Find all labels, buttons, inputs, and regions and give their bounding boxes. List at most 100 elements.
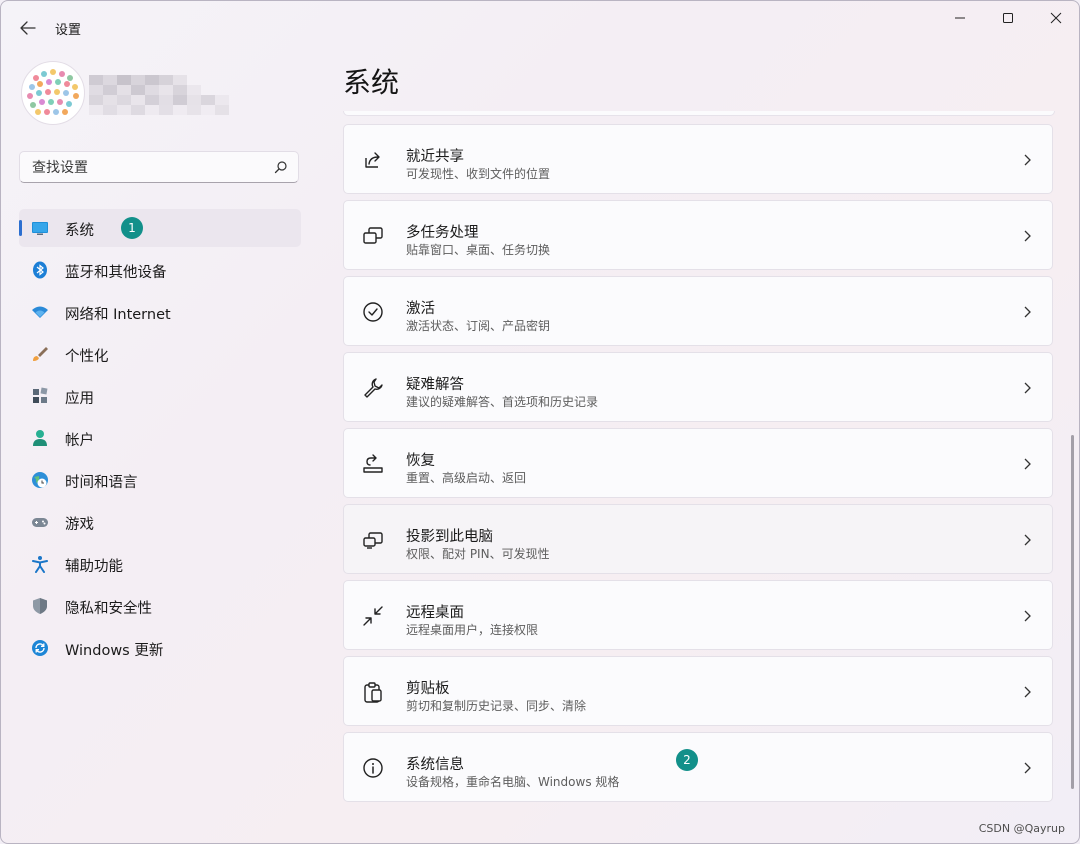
chevron-right-icon xyxy=(1024,534,1031,546)
card-title: 多任务处理 xyxy=(406,225,479,241)
chevron-right-icon xyxy=(1024,306,1031,318)
search-icon[interactable] xyxy=(274,160,288,174)
redacted-account-name xyxy=(89,75,229,115)
apps-icon xyxy=(33,387,48,403)
sidebar-item-label: 时间和语言 xyxy=(65,475,138,491)
wifi-icon xyxy=(32,306,48,318)
close-button[interactable] xyxy=(1033,1,1079,35)
card-subtitle: 设备规格，重命名电脑、Windows 规格 xyxy=(406,775,620,789)
card-nearby-sharing[interactable]: 就近共享 可发现性、收到文件的位置 xyxy=(343,124,1053,194)
back-button[interactable] xyxy=(15,15,41,41)
sidebar-item-gaming[interactable]: 游戏 xyxy=(19,503,301,541)
accessibility-icon xyxy=(32,556,48,573)
shield-icon xyxy=(33,598,47,614)
sidebar-item-label: 个性化 xyxy=(65,349,109,365)
search-input[interactable] xyxy=(30,157,274,179)
chevron-right-icon xyxy=(1024,686,1031,698)
sidebar-item-windows-update[interactable]: Windows 更新 xyxy=(19,629,301,667)
minimize-button[interactable] xyxy=(937,1,983,35)
sidebar-item-label: Windows 更新 xyxy=(65,643,164,659)
chevron-right-icon xyxy=(1024,610,1031,622)
close-icon xyxy=(1050,12,1062,24)
card-subtitle: 激活状态、订阅、产品密钥 xyxy=(406,319,551,333)
update-icon xyxy=(32,640,48,656)
step-badge-2: 2 xyxy=(676,749,698,771)
settings-window: 设置 查找设置 系统 1 蓝牙和其他设备 网络和 Internet 个性化 应用… xyxy=(0,0,1080,844)
sidebar-item-time-language[interactable]: 时间和语言 xyxy=(19,461,301,499)
project-icon xyxy=(363,532,383,549)
sidebar-item-bluetooth[interactable]: 蓝牙和其他设备 xyxy=(19,251,301,289)
scrollbar-thumb[interactable] xyxy=(1071,435,1074,789)
sidebar-item-label: 应用 xyxy=(65,391,94,407)
step-badge-1: 1 xyxy=(121,217,143,239)
card-subtitle: 可发现性、收到文件的位置 xyxy=(406,167,551,181)
minimize-icon xyxy=(955,17,965,19)
card-clipboard[interactable]: 剪贴板 剪切和复制历史记录、同步、清除 xyxy=(343,656,1053,726)
card-subtitle: 剪切和复制历史记录、同步、清除 xyxy=(406,699,587,713)
chevron-right-icon xyxy=(1024,382,1031,394)
card-recovery[interactable]: 恢复 重置、高级启动、返回 xyxy=(343,428,1053,498)
watermark: CSDN @Qayrup xyxy=(978,822,1065,835)
previous-card-edge xyxy=(343,111,1055,116)
clipboard-icon xyxy=(364,682,382,703)
avatar-pattern xyxy=(27,69,79,115)
card-remote-desktop[interactable]: 远程桌面 远程桌面用户，连接权限 xyxy=(343,580,1053,650)
sidebar-item-label: 游戏 xyxy=(65,517,94,533)
card-multitasking[interactable]: 多任务处理 贴靠窗口、桌面、任务切换 xyxy=(343,200,1053,270)
card-project-to-pc[interactable]: 投影到此电脑 权限、配对 PIN、可发现性 xyxy=(343,504,1053,574)
sidebar-item-label: 辅助功能 xyxy=(65,559,123,575)
card-title: 就近共享 xyxy=(406,149,464,165)
chevron-right-icon xyxy=(1024,762,1031,774)
monitor-icon xyxy=(32,222,48,235)
sidebar-item-label: 网络和 Internet xyxy=(65,307,171,323)
chevron-right-icon xyxy=(1024,154,1031,166)
card-title: 剪贴板 xyxy=(406,681,450,697)
card-troubleshoot[interactable]: 疑难解答 建议的疑难解答、首选项和历史记录 xyxy=(343,352,1053,422)
brush-icon xyxy=(33,347,48,361)
card-about[interactable]: 系统信息 设备规格，重命名电脑、Windows 规格 2 xyxy=(343,732,1053,802)
multitask-icon xyxy=(363,227,383,244)
sidebar-nav: 系统 1 蓝牙和其他设备 网络和 Internet 个性化 应用 帐户 时间和语… xyxy=(19,209,301,671)
wrench-icon xyxy=(364,378,383,398)
person-icon xyxy=(33,430,47,446)
card-title: 系统信息 xyxy=(406,757,464,773)
card-subtitle: 权限、配对 PIN、可发现性 xyxy=(406,547,550,561)
page-title: 系统 xyxy=(343,66,400,99)
recovery-icon xyxy=(363,454,383,473)
card-title: 投影到此电脑 xyxy=(406,529,493,545)
search-box[interactable] xyxy=(19,151,299,183)
chevron-right-icon xyxy=(1024,230,1031,242)
settings-list: 就近共享 可发现性、收到文件的位置 多任务处理 贴靠窗口、桌面、任务切换 激活 … xyxy=(343,111,1055,817)
card-title: 远程桌面 xyxy=(406,605,464,621)
remote-desktop-icon xyxy=(363,606,383,626)
card-subtitle: 远程桌面用户，连接权限 xyxy=(406,623,539,637)
maximize-button[interactable] xyxy=(985,1,1031,35)
active-indicator xyxy=(19,220,22,236)
card-title: 恢复 xyxy=(406,453,435,469)
sidebar-item-personalization[interactable]: 个性化 xyxy=(19,335,301,373)
sidebar-item-privacy[interactable]: 隐私和安全性 xyxy=(19,587,301,625)
sidebar-item-accessibility[interactable]: 辅助功能 xyxy=(19,545,301,583)
app-title: 设置 xyxy=(55,23,82,38)
card-subtitle: 重置、高级启动、返回 xyxy=(406,471,527,485)
avatar[interactable] xyxy=(21,61,85,125)
share-icon xyxy=(365,152,380,168)
chevron-right-icon xyxy=(1024,458,1031,470)
check-circle-icon xyxy=(363,302,383,322)
card-activation[interactable]: 激活 激活状态、订阅、产品密钥 xyxy=(343,276,1053,346)
globe-clock-icon xyxy=(32,472,48,488)
sidebar-item-label: 隐私和安全性 xyxy=(65,601,152,617)
sidebar-item-label: 蓝牙和其他设备 xyxy=(65,265,167,281)
title-bar: 设置 xyxy=(1,1,1079,53)
card-subtitle: 贴靠窗口、桌面、任务切换 xyxy=(406,243,551,257)
bluetooth-icon xyxy=(33,261,47,279)
sidebar-item-network[interactable]: 网络和 Internet xyxy=(19,293,301,331)
sidebar-item-system[interactable]: 系统 1 xyxy=(19,209,301,247)
card-subtitle: 建议的疑难解答、首选项和历史记录 xyxy=(406,395,599,409)
gamepad-icon xyxy=(32,518,48,527)
info-icon xyxy=(363,758,383,778)
card-title: 激活 xyxy=(406,301,435,317)
sidebar-item-accounts[interactable]: 帐户 xyxy=(19,419,301,457)
sidebar-item-apps[interactable]: 应用 xyxy=(19,377,301,415)
arrow-left-icon xyxy=(20,21,36,35)
